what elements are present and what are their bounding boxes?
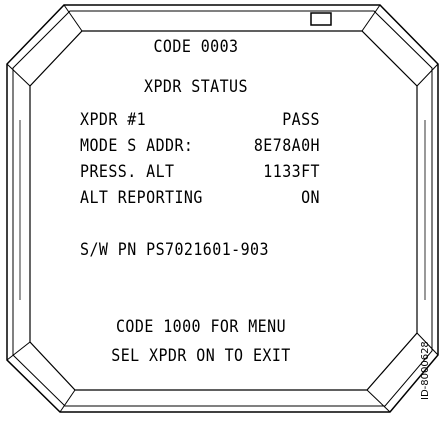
row-press-alt-label: PRESS. ALT <box>80 162 175 182</box>
footer-exit-instruction: SEL XPDR ON TO EXIT <box>111 346 291 366</box>
row-press-alt-value: 1133FT <box>263 162 320 182</box>
row-mode-s-value: 8E78A0H <box>253 136 320 156</box>
row-xpdr-label: XPDR #1 <box>80 110 147 130</box>
title-code: CODE 0003 <box>153 37 239 57</box>
row-alt-reporting-value: ON <box>301 188 320 208</box>
figure-id-label: ID-8000628 <box>420 341 431 400</box>
row-mode-s-label: MODE S ADDR: <box>80 136 194 156</box>
title-xpdr-status: XPDR STATUS <box>144 77 248 97</box>
row-xpdr-value: PASS <box>282 110 320 130</box>
annunciator-box-icon <box>310 12 332 26</box>
software-part-number: S/W PN PS7021601-903 <box>80 240 269 260</box>
footer-menu-instruction: CODE 1000 FOR MENU <box>115 317 287 337</box>
row-alt-reporting-label: ALT REPORTING <box>80 188 203 208</box>
